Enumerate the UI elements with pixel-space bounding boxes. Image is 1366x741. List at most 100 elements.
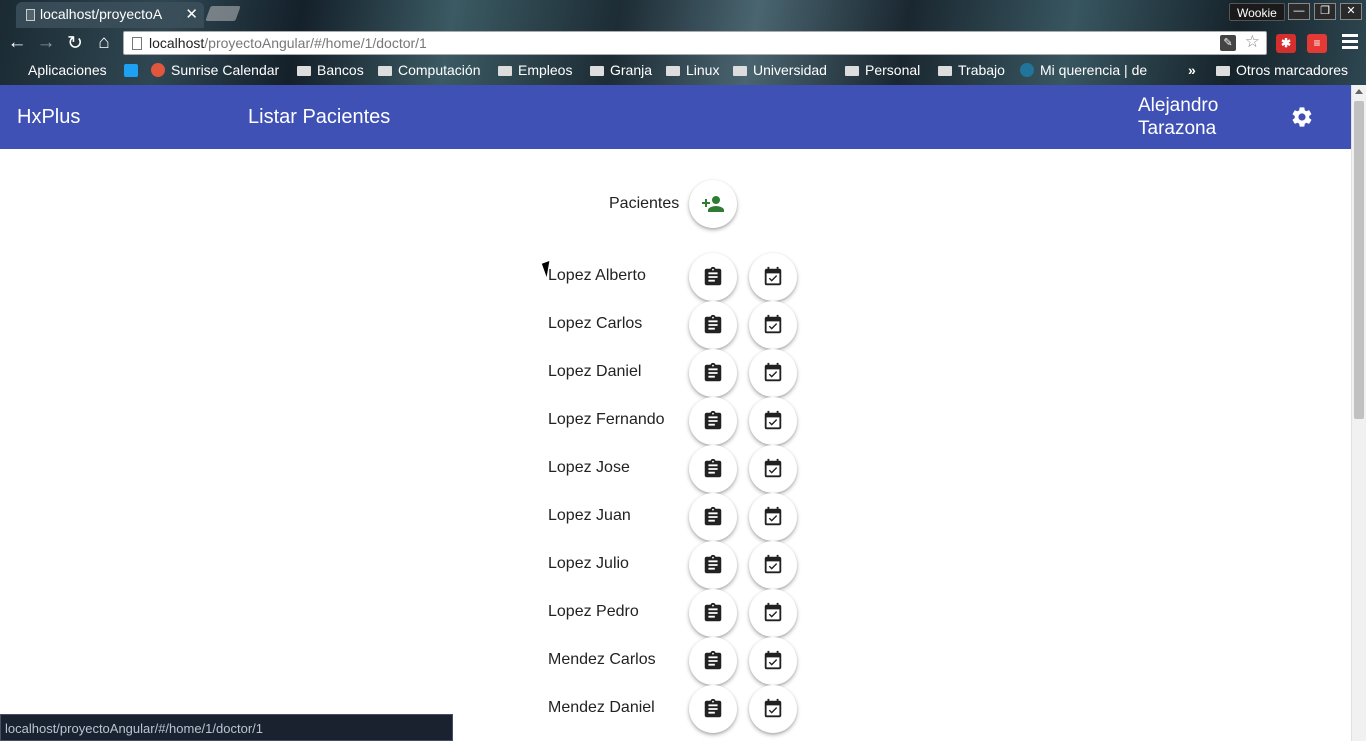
bookmark-folder[interactable]: Bancos bbox=[297, 62, 364, 78]
patient-name: Lopez Fernando bbox=[548, 411, 665, 428]
patient-list: Lopez Alberto Lopez Carlos Lopez Daniel … bbox=[548, 253, 808, 733]
bookmark-folder[interactable]: Personal bbox=[845, 62, 920, 78]
app-header: HxPlus Listar Pacientes Alejandro Tarazo… bbox=[0, 85, 1351, 149]
clinical-history-button[interactable] bbox=[689, 253, 737, 301]
bookmarks-bar: Aplicaciones Sunrise Calendar Bancos Com… bbox=[0, 58, 1366, 135]
reload-icon[interactable]: ↻ bbox=[64, 32, 86, 55]
patient-name: Lopez Carlos bbox=[548, 315, 643, 332]
clinical-history-button[interactable] bbox=[689, 445, 737, 493]
back-arrow-icon[interactable]: ← bbox=[6, 32, 28, 54]
profile-badge[interactable]: Wookie bbox=[1229, 3, 1285, 21]
restore-button[interactable]: ❐ bbox=[1314, 3, 1336, 20]
folder-icon bbox=[590, 66, 604, 76]
patient-row: Lopez Alberto bbox=[548, 253, 808, 301]
page-favicon-icon bbox=[26, 9, 35, 21]
scroll-up-arrow-icon[interactable] bbox=[1355, 89, 1363, 94]
address-bar[interactable]: localhost/proyectoAngular/#/home/1/docto… bbox=[123, 31, 1267, 55]
clipboard-icon bbox=[704, 410, 722, 430]
folder-icon bbox=[1216, 66, 1230, 76]
home-icon[interactable]: ⌂ bbox=[93, 32, 115, 54]
extension-wrench-icon[interactable]: ✎ bbox=[1220, 35, 1236, 51]
patient-name: Lopez Julio bbox=[548, 555, 629, 572]
browser-tab[interactable]: localhost/proyectoA ✕ bbox=[16, 2, 204, 28]
schedule-appointment-button[interactable] bbox=[749, 349, 797, 397]
schedule-appointment-button[interactable] bbox=[749, 637, 797, 685]
more-bookmarks-chevron-icon[interactable]: » bbox=[1188, 62, 1196, 78]
tab-title: localhost/proyectoA bbox=[40, 6, 163, 22]
bookmark-apps[interactable]: Aplicaciones bbox=[28, 62, 107, 78]
patient-name: Lopez Pedro bbox=[548, 603, 639, 620]
sunrise-icon bbox=[151, 63, 165, 77]
event-available-icon bbox=[764, 602, 782, 622]
extension-puzzle-icon[interactable]: ✱ bbox=[1276, 34, 1296, 53]
event-available-icon bbox=[764, 506, 782, 526]
schedule-appointment-button[interactable] bbox=[749, 685, 797, 733]
url-text: localhost/proyectoAngular/#/home/1/docto… bbox=[149, 35, 427, 51]
patient-name: Lopez Alberto bbox=[548, 267, 646, 284]
bookmark-star-icon[interactable]: ☆ bbox=[1245, 32, 1260, 52]
patient-row: Mendez Daniel bbox=[548, 685, 808, 733]
wordpress-icon bbox=[1020, 63, 1034, 77]
clipboard-icon bbox=[704, 314, 722, 334]
clinical-history-button[interactable] bbox=[689, 685, 737, 733]
gear-icon[interactable] bbox=[1290, 105, 1314, 129]
patient-row: Lopez Fernando bbox=[548, 397, 808, 445]
link-status-bubble: localhost/proyectoAngular/#/home/1/docto… bbox=[0, 714, 453, 741]
event-available-icon bbox=[764, 410, 782, 430]
patient-name: Mendez Daniel bbox=[548, 699, 655, 716]
schedule-appointment-button[interactable] bbox=[749, 493, 797, 541]
clinical-history-button[interactable] bbox=[689, 541, 737, 589]
clinical-history-button[interactable] bbox=[689, 397, 737, 445]
clinical-history-button[interactable] bbox=[689, 493, 737, 541]
twitter-icon bbox=[124, 64, 138, 77]
bookmark-folder[interactable]: Linux bbox=[666, 62, 719, 78]
bookmark-folder[interactable]: Trabajo bbox=[938, 62, 1005, 78]
brand-logo[interactable]: HxPlus bbox=[17, 106, 80, 129]
bookmark-folder[interactable]: Universidad bbox=[733, 62, 827, 78]
new-tab-button[interactable] bbox=[205, 6, 241, 21]
event-available-icon bbox=[764, 650, 782, 670]
schedule-appointment-button[interactable] bbox=[749, 301, 797, 349]
patient-row: Lopez Daniel bbox=[548, 349, 808, 397]
folder-icon bbox=[733, 66, 747, 76]
event-available-icon bbox=[764, 266, 782, 286]
browser-menu-icon[interactable] bbox=[1342, 34, 1358, 52]
forward-arrow-icon[interactable]: → bbox=[35, 32, 57, 54]
clinical-history-button[interactable] bbox=[689, 349, 737, 397]
event-available-icon bbox=[764, 314, 782, 334]
tab-close-icon[interactable]: ✕ bbox=[185, 5, 198, 23]
schedule-appointment-button[interactable] bbox=[749, 445, 797, 493]
scrollbar-thumb[interactable] bbox=[1354, 101, 1364, 419]
clipboard-icon bbox=[704, 554, 722, 574]
clipboard-icon bbox=[704, 650, 722, 670]
extension-todoist-icon[interactable]: ≡ bbox=[1307, 34, 1327, 53]
patient-row: Lopez Carlos bbox=[548, 301, 808, 349]
page-scrollbar[interactable] bbox=[1351, 85, 1366, 741]
schedule-appointment-button[interactable] bbox=[749, 397, 797, 445]
clinical-history-button[interactable] bbox=[689, 637, 737, 685]
bookmark-folder[interactable]: Computación bbox=[378, 62, 481, 78]
patient-name: Lopez Daniel bbox=[548, 363, 642, 380]
bookmark-twitter[interactable] bbox=[124, 62, 138, 78]
user-name[interactable]: Alejandro Tarazona bbox=[1138, 94, 1238, 140]
other-bookmarks[interactable]: Otros marcadores bbox=[1216, 62, 1348, 78]
bookmark-folder[interactable]: Empleos bbox=[498, 62, 572, 78]
schedule-appointment-button[interactable] bbox=[749, 541, 797, 589]
add-patient-button[interactable] bbox=[689, 180, 737, 228]
patient-row: Lopez Jose bbox=[548, 445, 808, 493]
close-window-button[interactable]: ✕ bbox=[1340, 3, 1362, 20]
event-available-icon bbox=[764, 362, 782, 382]
folder-icon bbox=[666, 66, 680, 76]
schedule-appointment-button[interactable] bbox=[749, 253, 797, 301]
clipboard-icon bbox=[704, 458, 722, 478]
schedule-appointment-button[interactable] bbox=[749, 589, 797, 637]
bookmark-sunrise[interactable]: Sunrise Calendar bbox=[151, 62, 279, 78]
bookmark-wordpress[interactable]: Mi querencia | de bbox=[1020, 62, 1147, 78]
bookmark-folder[interactable]: Granja bbox=[590, 62, 652, 78]
minimize-button[interactable]: — bbox=[1288, 3, 1310, 20]
clipboard-icon bbox=[704, 506, 722, 526]
clinical-history-button[interactable] bbox=[689, 301, 737, 349]
clinical-history-button[interactable] bbox=[689, 589, 737, 637]
page-title[interactable]: Listar Pacientes bbox=[248, 106, 390, 129]
patient-name: Mendez Carlos bbox=[548, 651, 656, 668]
